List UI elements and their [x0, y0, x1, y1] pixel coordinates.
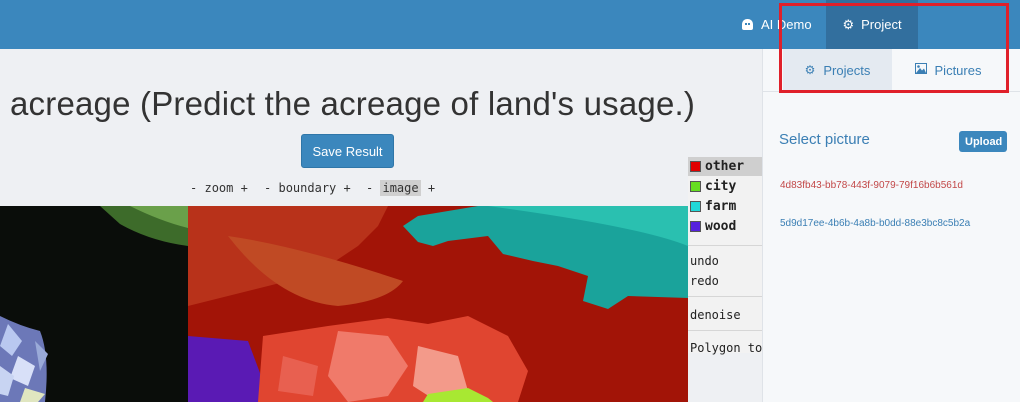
- legend-swatch: [690, 161, 701, 172]
- upload-button[interactable]: Upload: [959, 131, 1007, 152]
- select-picture-title: Select picture: [779, 131, 870, 148]
- class-legend: other city farm wood undo redo denoise P…: [688, 157, 777, 355]
- sidebar-tabs: ⚙ Projects Pictures: [763, 49, 1020, 92]
- legend-item-farm[interactable]: farm: [688, 197, 762, 216]
- image-plus-button[interactable]: +: [428, 181, 435, 195]
- zoom-minus-button[interactable]: -: [190, 181, 197, 195]
- zoom-label: zoom: [204, 181, 234, 195]
- tab-projects-label: Projects: [823, 62, 871, 78]
- save-result-button[interactable]: Save Result: [301, 134, 394, 168]
- legend-divider: [688, 296, 762, 297]
- tab-pictures-label: Pictures: [934, 62, 982, 78]
- legend-label: other: [705, 159, 745, 174]
- legend-item-city[interactable]: city: [688, 177, 762, 196]
- original-image: [0, 206, 188, 402]
- legend-label: city: [705, 179, 737, 194]
- legend-label: farm: [705, 199, 737, 214]
- page-title: acreage (Predict the acreage of land's u…: [10, 85, 696, 122]
- nav-ai-demo-label: AI Demo: [761, 17, 812, 32]
- legend-divider: [688, 330, 762, 331]
- top-navbar: AI Demo ⚙ Project: [0, 0, 1020, 49]
- segmentation-overlay[interactable]: [188, 206, 688, 402]
- gear-icon: ⚙: [842, 16, 855, 32]
- annotation-canvas[interactable]: [0, 206, 688, 402]
- redo-button[interactable]: redo: [690, 274, 719, 288]
- android-icon: [742, 19, 753, 30]
- legend-divider: [688, 245, 762, 246]
- boundary-minus-button[interactable]: -: [264, 181, 271, 195]
- boundary-label: boundary: [278, 181, 337, 195]
- image-minus-button[interactable]: -: [366, 181, 373, 195]
- image-control: - image +: [366, 178, 435, 198]
- main-panel: acreage (Predict the acreage of land's u…: [0, 49, 762, 402]
- image-label[interactable]: image: [380, 180, 421, 196]
- right-sidebar: ⚙ Projects Pictures Select picture Uploa…: [762, 49, 1020, 402]
- zoom-control: - zoom +: [190, 178, 248, 198]
- legend-swatch: [690, 181, 701, 192]
- legend-label: wood: [705, 219, 737, 234]
- zoom-plus-button[interactable]: +: [241, 181, 248, 195]
- tab-pictures[interactable]: Pictures: [892, 49, 1004, 91]
- legend-item-other[interactable]: other: [688, 157, 762, 176]
- boundary-control: - boundary +: [264, 178, 351, 198]
- picture-link[interactable]: 5d9d17ee-4b6b-4a8b-b0dd-88e3bc8c5b2a: [780, 218, 970, 229]
- denoise-button[interactable]: denoise: [690, 308, 741, 322]
- undo-button[interactable]: undo: [690, 254, 719, 268]
- picture-link[interactable]: 4d83fb43-bb78-443f-9079-79f16b6b561d: [780, 180, 963, 191]
- gears-icon: ⚙: [804, 63, 816, 77]
- nav-ai-demo[interactable]: AI Demo: [740, 0, 828, 49]
- legend-swatch: [690, 221, 701, 232]
- picture-icon: [914, 63, 927, 77]
- nav-project-label: Project: [861, 17, 902, 32]
- legend-item-wood[interactable]: wood: [688, 217, 762, 236]
- legend-swatch: [690, 201, 701, 212]
- boundary-plus-button[interactable]: +: [344, 181, 351, 195]
- tab-projects[interactable]: ⚙ Projects: [783, 49, 892, 91]
- nav-project[interactable]: ⚙ Project: [826, 0, 918, 49]
